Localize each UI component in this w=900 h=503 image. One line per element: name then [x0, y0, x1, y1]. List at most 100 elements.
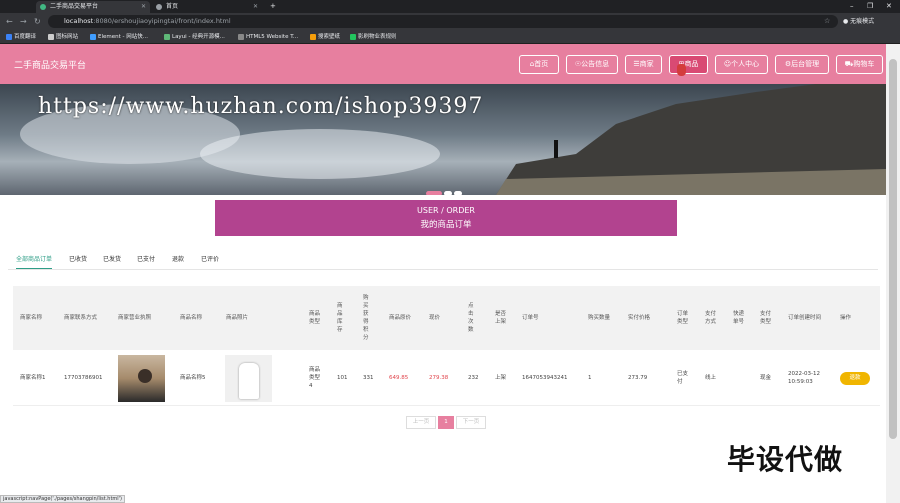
page-number-button[interactable]: 1 — [438, 416, 454, 429]
profile-badge[interactable]: ● 无痕模式 — [843, 15, 874, 28]
next-page-button[interactable]: 下一页 — [456, 416, 486, 429]
refund-button[interactable]: 退款 — [840, 372, 870, 385]
site-brand: 二手商品交易平台 — [14, 61, 87, 71]
tab-received[interactable]: 已收货 — [69, 255, 87, 265]
prev-page-button[interactable]: 上一页 — [406, 416, 436, 429]
close-icon[interactable]: ✕ — [253, 1, 258, 13]
bookmark-item[interactable]: Element - 网站快... — [90, 30, 148, 44]
nav-label: 购物车 — [853, 60, 875, 68]
cell-created: 2022-03-12 10:59:03 — [788, 371, 820, 385]
bookmark-item[interactable]: 百度翻译 — [6, 30, 36, 44]
bookmark-icon — [238, 34, 244, 40]
nav-notice[interactable]: ☉公告信息 — [566, 55, 618, 74]
forward-icon[interactable]: → — [20, 15, 27, 28]
nav-label: 个人中心 — [731, 60, 760, 68]
url-host: localhost — [64, 17, 94, 25]
tab-active[interactable]: 二手商品交易平台 ✕ — [36, 1, 150, 13]
column-header: 支付类型 — [760, 311, 772, 325]
maximize-icon[interactable]: ❐ — [867, 0, 873, 12]
back-icon[interactable]: ← — [6, 15, 13, 28]
bookmark-item[interactable]: 图标网站 — [48, 30, 78, 44]
column-header: 订单类型 — [677, 311, 689, 325]
cell-pay-method: 线上 — [705, 375, 717, 381]
mouse-cursor-icon — [677, 64, 686, 76]
cell-paid: 273.79 — [628, 375, 648, 381]
table-header: 商家名称 商家联系方式 商家营业执照 商品名称 商品照片 商品类型 商品库存 购… — [13, 286, 880, 350]
nav-admin[interactable]: ⚙后台管理 — [775, 55, 829, 74]
carousel-dot[interactable] — [426, 191, 442, 195]
address-bar-row: ← → ↻ localhost:8080/ershoujiaoyipingtai… — [0, 13, 900, 30]
nav-label: 商品 — [684, 60, 699, 68]
url-input[interactable]: localhost:8080/ershoujiaoyipingtai/front… — [48, 15, 838, 28]
nav-label: 后台管理 — [791, 60, 820, 68]
refund-label: 退款 — [849, 375, 861, 381]
bookmark-label: 搜索壁纸 — [318, 34, 341, 40]
person-silhouette — [138, 369, 152, 383]
column-header: 商品名称 — [180, 315, 203, 321]
bookmark-item[interactable]: 影刷物业表规则 — [350, 30, 397, 44]
carousel-dot[interactable] — [454, 191, 462, 195]
cell-qty: 1 — [588, 375, 592, 381]
column-header: 是否上架 — [495, 311, 507, 325]
tab-shipped[interactable]: 已发货 — [103, 255, 121, 265]
browser-back-tab-icon[interactable] — [3, 1, 17, 13]
column-header: 商家名称 — [20, 315, 43, 321]
tab-all-orders[interactable]: 全部商品订单 — [16, 255, 53, 269]
cell-type: 商品类型4 — [309, 367, 321, 389]
nav-products[interactable]: ⊞商品 — [669, 55, 708, 74]
star-icon[interactable]: ☆ — [824, 15, 830, 28]
cloud-shape — [200, 129, 440, 179]
bookmark-item[interactable]: Layui - 经典开源模... — [164, 30, 225, 44]
bookmark-icon — [6, 34, 12, 40]
carousel-dot[interactable] — [444, 191, 452, 195]
nav-home[interactable]: ⌂首页 — [519, 55, 559, 74]
watermark-url: https://www.huzhan.com/ishop39397 — [38, 94, 484, 119]
globe-icon — [156, 4, 162, 10]
browser-tab-strip: 二手商品交易平台 ✕ 首页 ✕ + – ❐ ✕ — [0, 0, 900, 13]
cell-express — [733, 350, 747, 406]
site-header: 二手商品交易平台 ⌂首页 ☉公告信息 ☰商家 ⊞商品 ☺个人中心 ⚙后台管理 ⛟… — [0, 44, 886, 84]
bookmark-label: HTML5 Website T... — [246, 34, 299, 40]
cell-merchant: 商家名称1 — [20, 375, 46, 381]
nav-merchant[interactable]: ☰商家 — [625, 55, 662, 74]
banner-carousel[interactable]: https://www.huzhan.com/ishop39397 — [0, 84, 886, 195]
bookmarks-bar: 百度翻译 图标网站 Element - 网站快... Layui - 经典开源模… — [0, 30, 900, 44]
close-window-icon[interactable]: ✕ — [886, 0, 892, 12]
column-header: 支付方式 — [705, 311, 717, 325]
bookmark-icon — [48, 34, 54, 40]
column-header: 商品照片 — [226, 315, 249, 321]
bookmark-item[interactable]: 搜索壁纸 — [310, 30, 340, 44]
tab-paid[interactable]: 已支付 — [137, 255, 155, 265]
column-header: 快递单号 — [733, 311, 745, 325]
cell-stock: 101 — [337, 375, 348, 381]
nav-user-center[interactable]: ☺个人中心 — [715, 55, 768, 74]
cell-price: 279.38 — [429, 375, 449, 381]
tab-reviewed[interactable]: 已评价 — [201, 255, 219, 265]
new-tab-button[interactable]: + — [270, 0, 276, 12]
reload-icon[interactable]: ↻ — [34, 15, 41, 28]
column-header: 操作 — [840, 315, 852, 321]
nav-cart[interactable]: ⛟购物车 — [836, 55, 883, 74]
cell-on-shelf: 上架 — [495, 375, 507, 381]
column-header: 商品库存 — [337, 303, 343, 333]
column-header: 商家营业执照 — [118, 315, 152, 321]
column-header: 订单号 — [522, 315, 539, 321]
tab-label: 首页 — [166, 3, 179, 10]
tab-refund[interactable]: 退款 — [172, 255, 184, 265]
bookmark-label: 图标网站 — [56, 34, 79, 40]
tab-inactive[interactable]: 首页 ✕ — [152, 1, 262, 13]
scrollbar-thumb[interactable] — [889, 59, 897, 439]
cell-phone: 17703786901 — [64, 375, 103, 381]
scrollbar[interactable] — [886, 44, 900, 503]
table-row: 商家名称1 17703786901 商品名称5 商品类型4 101 331 64… — [13, 350, 880, 406]
minimize-icon[interactable]: – — [850, 0, 854, 12]
nav-label: 商家 — [639, 60, 654, 68]
vue-icon — [40, 4, 46, 10]
bookmark-item[interactable]: HTML5 Website T... — [238, 30, 298, 44]
cliff-image — [496, 84, 886, 195]
column-header: 商品原价 — [389, 315, 412, 321]
status-bar: javascript:navPage('./pages/shangpin/lis… — [0, 495, 126, 503]
carousel-indicators[interactable] — [426, 181, 464, 195]
close-icon[interactable]: ✕ — [141, 1, 146, 13]
column-header: 实付价格 — [628, 315, 651, 321]
